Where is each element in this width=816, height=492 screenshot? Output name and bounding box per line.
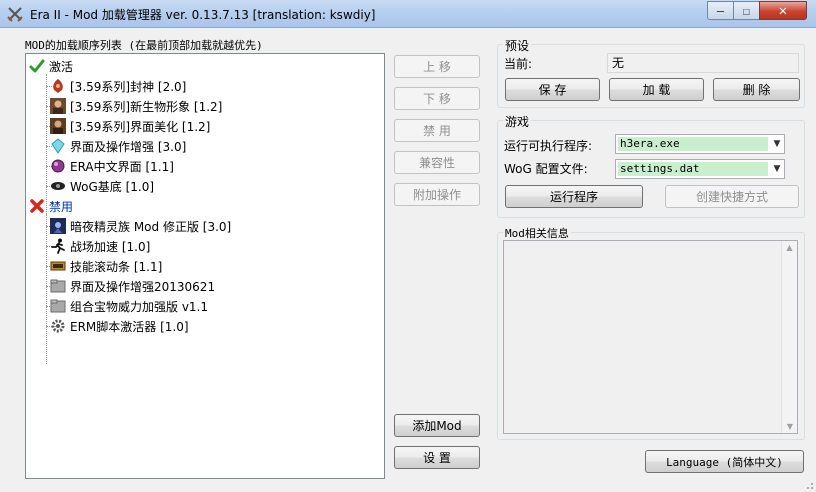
tree-item-label: 界面及操作增强 [3.0] [70, 139, 187, 154]
language-button[interactable]: Language (简体中文) [645, 450, 804, 473]
tree-group-label: 激活 [49, 59, 74, 74]
tree-item-label: [3.59系列]界面美化 [1.2] [70, 119, 211, 134]
mod-info-group-title: Mod相关信息 [503, 225, 571, 241]
executable-select[interactable]: h3era.exe ▼ [615, 134, 785, 154]
mod-tree[interactable]: 激活 [3.59系列]封神 [2.0] [3.59系列]新生物形象 [1.2] … [25, 53, 385, 479]
close-button[interactable]: ✕ [759, 1, 807, 20]
extra-operations-button[interactable]: 附加操作 [394, 183, 480, 206]
tree-item-label: 组合宝物威力加强版 v1.1 [70, 299, 209, 314]
mod-list-label: MOD的加载顺序列表 (在最前顶部加载就越优先) [25, 39, 263, 52]
compatibility-button[interactable]: 兼容性 [394, 151, 480, 174]
wog-config-select[interactable]: settings.dat ▼ [615, 159, 785, 179]
tree-item-mod[interactable]: 界面及操作增强20130621 [50, 276, 215, 296]
folder-icon [50, 279, 66, 293]
minimize-button[interactable]: — [707, 1, 734, 20]
tree-item-mod[interactable]: 暗夜精灵族 Mod 修正版 [3.0] [50, 216, 231, 236]
tree-item-mod[interactable]: WoG基底 [1.0] [50, 176, 154, 196]
tree-item-mod[interactable]: ERM脚本激活器 [1.0] [50, 316, 189, 336]
tree-item-label: 技能滚动条 [1.1] [70, 259, 163, 274]
gem-icon [51, 159, 65, 173]
mod-info-textbox[interactable]: ▲ ▼ [503, 240, 798, 434]
move-up-button[interactable]: 上 移 [394, 55, 480, 78]
tree-item-label: [3.59系列]封神 [2.0] [70, 79, 187, 94]
wog-config-value: settings.dat [618, 162, 768, 176]
crossed-swords-icon [7, 7, 23, 22]
checkmark-icon [29, 59, 45, 73]
current-preset-label: 当前: [504, 57, 533, 71]
portrait-icon [50, 118, 66, 134]
chevron-down-icon[interactable]: ▼ [770, 164, 784, 174]
scroll-icon [50, 261, 66, 271]
tree-item-mod[interactable]: 技能滚动条 [1.1] [50, 256, 162, 276]
tree-group-active[interactable]: 激活 [29, 56, 73, 76]
minimize-icon: — [716, 3, 725, 18]
current-preset-value: 无 [607, 53, 799, 73]
tree-item-label: [3.59系列]新生物形象 [1.2] [70, 99, 223, 114]
gear-icon [51, 319, 65, 333]
tree-line [46, 214, 47, 364]
tree-line [46, 74, 47, 214]
tree-item-label: WoG基底 [1.0] [70, 179, 155, 194]
eye-icon [51, 182, 65, 190]
delete-preset-button[interactable]: 删 除 [713, 78, 800, 101]
create-shortcut-button[interactable]: 创建快捷方式 [665, 185, 799, 208]
preset-group-title: 预设 [503, 37, 532, 54]
load-preset-button[interactable]: 加 载 [609, 78, 704, 101]
folder-icon [50, 299, 66, 313]
disable-button[interactable]: 禁 用 [394, 119, 480, 142]
wog-config-label: WoG 配置文件: [504, 162, 588, 176]
maximize-icon: ☐ [742, 3, 751, 18]
tree-item-label: 战场加速 [1.0] [70, 239, 151, 254]
tree-item-mod[interactable]: [3.59系列]界面美化 [1.2] [50, 116, 210, 136]
tree-item-mod[interactable]: [3.59系列]封神 [2.0] [50, 76, 186, 96]
tree-item-mod[interactable]: ERA中文界面 [1.1] [50, 156, 174, 176]
close-icon: ✕ [778, 2, 788, 19]
add-mod-button[interactable]: 添加Mod [394, 414, 480, 437]
tree-group-label: 禁用 [49, 199, 74, 214]
tree-item-mod[interactable]: [3.59系列]新生物形象 [1.2] [50, 96, 222, 116]
scroll-down-icon[interactable]: ▼ [782, 422, 798, 431]
maximize-button[interactable]: ☐ [733, 1, 760, 20]
portrait-icon [50, 98, 66, 114]
tree-group-disabled[interactable]: 禁用 [29, 196, 73, 216]
scroll-up-icon[interactable]: ▲ [782, 243, 797, 252]
mod-info-scrollbar[interactable]: ▲ ▼ [781, 241, 797, 433]
tree-item-label: ERA中文界面 [1.1] [70, 159, 174, 174]
tree-item-label: 暗夜精灵族 Mod 修正版 [3.0] [70, 219, 232, 234]
settings-button[interactable]: 设 置 [394, 446, 480, 469]
tree-item-mod[interactable]: 战场加速 [1.0] [50, 236, 150, 256]
save-preset-button[interactable]: 保 存 [505, 78, 600, 101]
red-x-icon [30, 199, 44, 213]
window-title: Era II - Mod 加载管理器 ver. 0.13.7.13 [trans… [30, 8, 376, 22]
tree-item-label: ERM脚本激活器 [1.0] [70, 319, 189, 334]
move-down-button[interactable]: 下 移 [394, 87, 480, 110]
phoenix-icon [53, 79, 63, 93]
elf-icon [50, 218, 66, 234]
title-bar[interactable]: Era II - Mod 加载管理器 ver. 0.13.7.13 [trans… [0, 0, 816, 28]
executable-label: 运行可执行程序: [504, 139, 593, 153]
run-game-button[interactable]: 运行程序 [505, 185, 643, 208]
runner-icon [51, 238, 65, 254]
game-group-title: 游戏 [503, 113, 532, 130]
resize-grip-icon[interactable] [802, 478, 814, 490]
crystal-icon [51, 138, 65, 154]
chevron-down-icon[interactable]: ▼ [770, 139, 784, 149]
tree-item-mod[interactable]: 界面及操作增强 [3.0] [50, 136, 186, 156]
tree-item-label: 界面及操作增强20130621 [70, 279, 216, 294]
executable-value: h3era.exe [618, 137, 768, 151]
tree-item-mod[interactable]: 组合宝物威力加强版 v1.1 [50, 296, 208, 316]
